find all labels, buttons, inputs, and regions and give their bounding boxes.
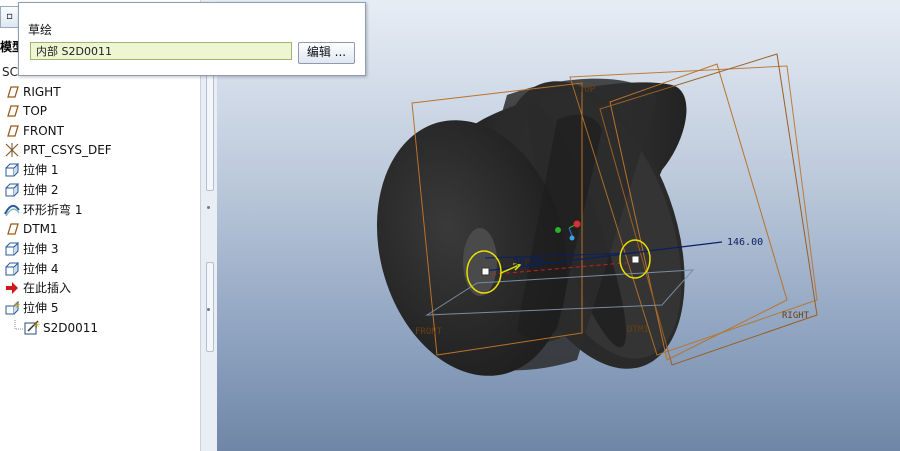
extrude-icon [5, 261, 19, 275]
tree-item-toroidal-bend-1[interactable]: 环形折弯 1 [4, 200, 82, 219]
tree-item-label: FRONT [23, 123, 64, 138]
sketch-reference-field[interactable]: 内部 S2D0011 [30, 42, 292, 60]
sketch-point-left[interactable] [481, 267, 490, 276]
tree-item-right[interactable]: RIGHT [4, 82, 61, 101]
tree-item-label: RIGHT [23, 84, 61, 99]
plane-label-right[interactable]: RIGHT [782, 311, 810, 321]
tree-item-sketch-s2d0011[interactable]: ✳ S2D0011 [14, 318, 98, 337]
splitter-grip-dot [207, 308, 210, 311]
tree-item-label: S2D0011 [43, 320, 99, 335]
insert-here-arrow-icon [6, 281, 18, 294]
tree-item-label: TOP [23, 103, 48, 118]
splitter-handle-lower[interactable] [206, 262, 214, 352]
svg-text:✳: ✳ [33, 321, 40, 331]
tree-item-label: 拉伸 3 [23, 242, 59, 256]
extrude-icon [5, 162, 19, 176]
tree-item-label: 拉伸 5 [23, 301, 59, 315]
sketch-dialog-title: 草绘 [28, 23, 53, 37]
tree-item-label: 环形折弯 1 [23, 203, 83, 217]
tree-item-label: DTM1 [23, 221, 58, 236]
tree-item-label: 拉伸 4 [23, 262, 59, 276]
tree-settings-button[interactable]: ▫ [0, 6, 19, 28]
tree-item-label: 拉伸 1 [23, 163, 59, 177]
splitter-grip-dot [207, 206, 210, 209]
tree-item-top[interactable]: TOP [4, 101, 47, 120]
tree-item-insert-here[interactable]: 在此插入 [4, 278, 71, 297]
datum-plane-icon [7, 124, 19, 137]
tree-item-label: 拉伸 2 [23, 183, 59, 197]
toroidal-bend-icon [4, 204, 20, 216]
tree-item-label: 在此插入 [23, 281, 72, 295]
plane-label-top[interactable]: TOP [579, 85, 596, 95]
tree-item-front[interactable]: FRONT [4, 121, 64, 140]
coordinate-system-icon [5, 142, 19, 157]
datum-plane-icon [7, 85, 19, 98]
edit-sketch-button[interactable]: 编辑 ... [298, 42, 355, 64]
tree-item-dtm1[interactable]: DTM1 [4, 219, 58, 238]
datum-plane-icon [7, 104, 19, 117]
svg-text:✳: ✳ [13, 301, 20, 311]
datum-plane-icon [7, 222, 19, 235]
tree-item-extrude-2[interactable]: 拉伸 2 [4, 180, 58, 199]
sketch-icon: ✳ [24, 319, 40, 334]
plane-label-front[interactable]: FRONT [415, 327, 443, 337]
extrude-active-icon: ✳ [5, 300, 20, 314]
tree-item-csys[interactable]: PRT_CSYS_DEF [4, 140, 112, 159]
tree-connector-line [14, 319, 23, 329]
sketch-dialog: 草绘 内部 S2D0011 编辑 ... [18, 2, 366, 76]
dimension-36[interactable]: 36.00 [513, 257, 543, 268]
tree-item-extrude-1[interactable]: 拉伸 1 [4, 160, 58, 179]
splitter-handle-upper[interactable] [206, 64, 214, 191]
dimension-146[interactable]: 146.00 [727, 237, 763, 248]
extrude-icon [5, 241, 19, 255]
sketch-point-right[interactable] [631, 255, 640, 264]
plane-label-dtm1[interactable]: DTM1 [627, 325, 649, 335]
tree-item-extrude-4[interactable]: 拉伸 4 [4, 259, 58, 278]
part-model[interactable] [349, 56, 720, 397]
tree-item-extrude-5[interactable]: ✳ 拉伸 5 [4, 298, 58, 317]
tree-item-extrude-3[interactable]: 拉伸 3 [4, 239, 58, 258]
tree-root-item[interactable]: SC [2, 65, 18, 79]
tree-item-label: PRT_CSYS_DEF [23, 142, 112, 157]
extrude-icon [5, 182, 19, 196]
